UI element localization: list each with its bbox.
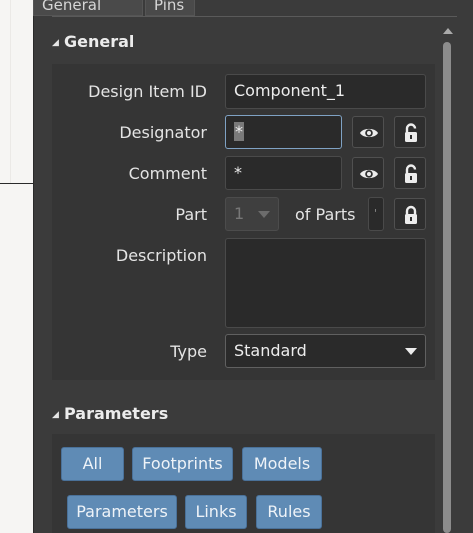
type-select[interactable]: Standard: [225, 334, 426, 368]
part-lock-button[interactable]: [394, 198, 426, 230]
designator-lock-button[interactable]: [394, 116, 426, 148]
tab-pins[interactable]: Pins: [145, 0, 195, 16]
filter-parameters-label: Parameters: [76, 502, 168, 521]
eye-icon: [360, 169, 378, 179]
design-item-id-label: Design Item ID: [88, 82, 207, 101]
filter-footprints-label: Footprints: [142, 454, 223, 473]
chevron-down-icon: [258, 211, 270, 218]
designator-label: Designator: [119, 123, 207, 142]
canvas-wire: [0, 183, 33, 184]
filter-parameters-button[interactable]: Parameters: [67, 495, 177, 529]
designator-field[interactable]: *: [225, 115, 342, 149]
eye-icon: [360, 128, 378, 138]
general-section-header[interactable]: ◢ General: [52, 30, 432, 54]
type-label: Type: [170, 342, 207, 361]
part-select[interactable]: 1: [225, 197, 279, 231]
comment-lock-button[interactable]: [394, 157, 426, 189]
part-label: Part: [175, 205, 207, 224]
lock-icon: [405, 205, 417, 224]
part-value: 1: [234, 204, 245, 223]
tab-general[interactable]: General: [33, 0, 143, 16]
collapse-triangle-icon: ◢: [52, 38, 59, 48]
design-item-id-field[interactable]: Component_1: [225, 74, 426, 109]
filter-links-button[interactable]: Links: [185, 495, 247, 529]
of-parts-label: of Parts: [295, 205, 356, 224]
filter-footprints-button[interactable]: Footprints: [132, 447, 233, 481]
tab-general-label: General: [42, 0, 102, 14]
vertical-scrollbar[interactable]: [441, 24, 453, 533]
unlock-icon: [405, 164, 417, 183]
filter-rules-label: Rules: [267, 502, 311, 521]
of-parts-value: ': [374, 207, 378, 220]
comment-value: *: [234, 163, 242, 182]
parameters-section-header[interactable]: ◢ Parameters: [52, 402, 432, 426]
of-parts-field: ': [368, 197, 384, 231]
tab-divider: [52, 16, 457, 17]
filter-all-label: All: [82, 454, 103, 473]
tab-pins-label: Pins: [154, 0, 185, 14]
comment-field[interactable]: *: [225, 156, 342, 190]
scrollbar-thumb[interactable]: [443, 42, 451, 533]
design-item-id-value: Component_1: [234, 81, 346, 100]
designator-value: *: [234, 122, 244, 141]
comment-label: Comment: [128, 164, 207, 183]
filter-all-button[interactable]: All: [61, 447, 124, 481]
filter-rules-button[interactable]: Rules: [256, 495, 322, 529]
description-label: Description: [115, 246, 207, 265]
parameters-section-title: Parameters: [64, 404, 169, 423]
unlock-icon: [405, 123, 417, 142]
filter-links-label: Links: [195, 502, 237, 521]
type-value: Standard: [234, 341, 307, 360]
scroll-up-arrow-icon[interactable]: [443, 28, 453, 34]
chevron-down-icon: [405, 348, 417, 355]
general-section-title: General: [64, 32, 135, 51]
description-textarea[interactable]: [225, 238, 426, 328]
comment-visibility-button[interactable]: [352, 157, 384, 189]
filter-models-label: Models: [253, 454, 311, 473]
filter-models-button[interactable]: Models: [242, 447, 322, 481]
designator-visibility-button[interactable]: [352, 116, 384, 148]
collapse-triangle-icon: ◢: [52, 410, 59, 420]
canvas-gridline: [10, 0, 11, 183]
